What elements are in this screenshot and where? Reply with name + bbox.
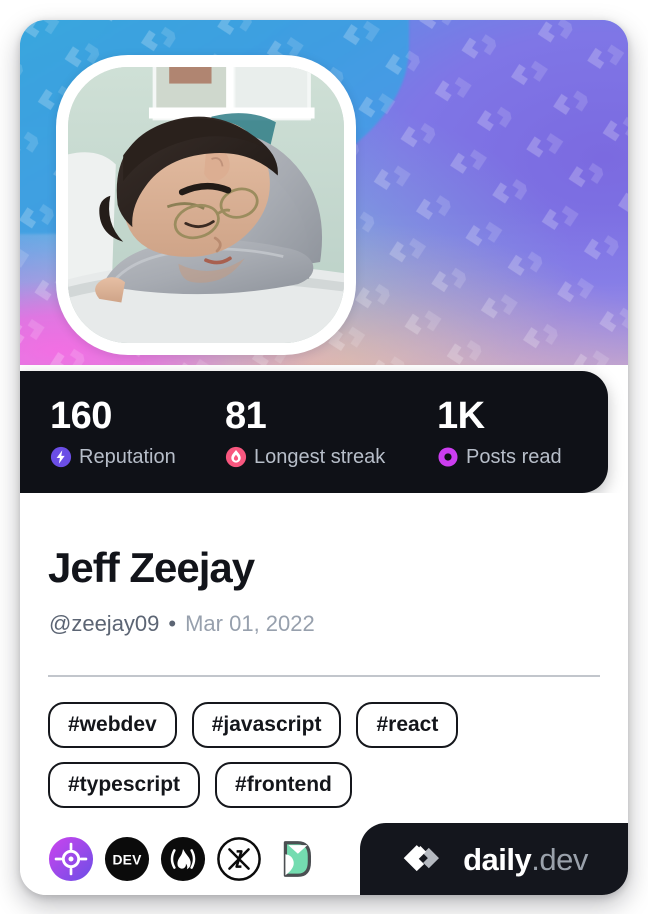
divider xyxy=(48,675,600,677)
badge-list: DEV xyxy=(48,836,318,882)
svg-text:DEV: DEV xyxy=(112,851,142,867)
streak-flame-badge-icon[interactable] xyxy=(160,836,206,882)
stat-label-row: Longest streak xyxy=(225,446,437,468)
stat-value: 160 xyxy=(50,394,112,437)
stat-label-row: Posts read xyxy=(437,446,562,468)
stat-reputation: 160 Reputation xyxy=(50,397,225,468)
daily-dev-brand: daily.dev xyxy=(360,823,628,895)
tag-chip[interactable]: #react xyxy=(356,702,459,748)
meta-separator: • xyxy=(168,611,177,636)
tag-chip[interactable]: #javascript xyxy=(191,702,342,748)
profile-meta: @zeejay09 • Mar 01, 2022 xyxy=(49,613,315,635)
posts-read-ring-icon xyxy=(438,446,458,467)
stat-label: Longest streak xyxy=(254,445,386,468)
tag-chip[interactable]: #frontend xyxy=(215,762,352,808)
brand-name-tld: .dev xyxy=(531,841,588,877)
green-d-badge-icon[interactable] xyxy=(272,836,318,882)
avatar[interactable] xyxy=(56,55,356,355)
stat-label: Reputation xyxy=(79,445,176,468)
tag-chip[interactable]: #webdev xyxy=(48,702,177,748)
tag-list: #webdev #javascript #react #typescript #… xyxy=(48,702,604,808)
stat-label-row: Reputation xyxy=(50,446,225,468)
x-circle-badge-icon[interactable] xyxy=(216,836,262,882)
stats-bar: 160 Reputation 81 Longest streak 1K Post… xyxy=(20,371,608,493)
avatar-photo xyxy=(68,67,344,343)
stat-longest-streak: 81 Longest streak xyxy=(225,397,437,468)
dev-to-badge-icon[interactable]: DEV xyxy=(104,836,150,882)
streak-flame-icon xyxy=(225,446,247,467)
page-title: Jeff Zeejay xyxy=(48,544,255,591)
brand-name-main: daily xyxy=(463,841,532,877)
brand-name: daily.dev xyxy=(463,844,588,875)
stat-label: Posts read xyxy=(466,445,562,468)
target-crosshair-badge-icon[interactable] xyxy=(48,836,94,882)
screenshot-stage: 160 Reputation 81 Longest streak 1K Post… xyxy=(0,0,648,914)
card-cover xyxy=(20,20,628,365)
daily-dev-logo-icon xyxy=(403,845,440,872)
tag-chip[interactable]: #typescript xyxy=(48,762,201,808)
stat-value: 1K xyxy=(437,394,485,437)
developer-card: 160 Reputation 81 Longest streak 1K Post… xyxy=(20,20,628,895)
card-body: Jeff Zeejay @zeejay09 • Mar 01, 2022 #we… xyxy=(20,493,628,895)
profile-joined-date: Mar 01, 2022 xyxy=(185,611,315,636)
reputation-bolt-icon xyxy=(50,446,72,467)
stat-posts-read: 1K Posts read xyxy=(437,397,562,468)
profile-handle: @zeejay09 xyxy=(49,611,160,636)
stat-value: 81 xyxy=(225,394,267,437)
